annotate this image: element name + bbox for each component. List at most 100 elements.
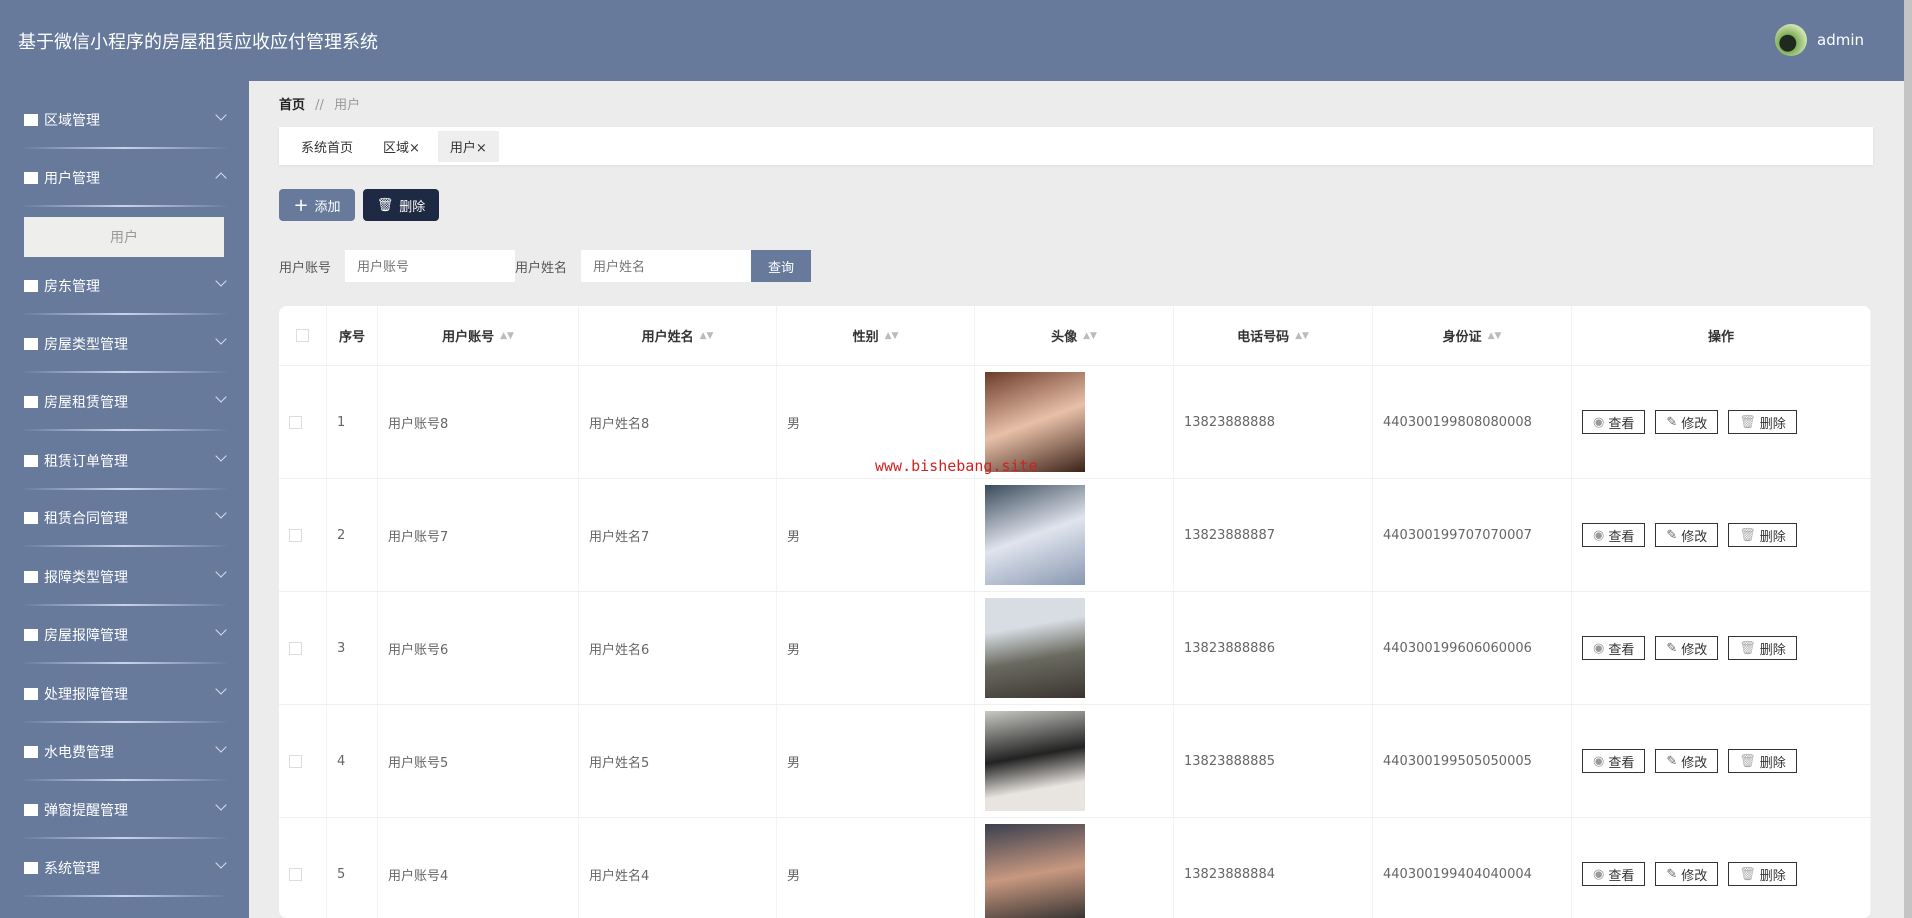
plus-icon: + bbox=[293, 194, 309, 216]
delete-label: 删除 bbox=[1759, 642, 1786, 658]
view-button[interactable]: ◉ 查看 bbox=[1582, 636, 1646, 660]
eye-icon: ◉ bbox=[1593, 640, 1605, 656]
sidebar-item-8[interactable]: 房屋报障管理 bbox=[0, 606, 249, 664]
column-header[interactable]: 电话号码 ▲▼ bbox=[1174, 306, 1373, 365]
table-row: 3 用户账号6 用户姓名6 男 13823888886 440300199606… bbox=[279, 592, 1871, 705]
user-menu[interactable]: admin bbox=[1775, 24, 1864, 56]
cell-gender: 男 bbox=[777, 479, 975, 591]
sort-icon[interactable]: ▲▼ bbox=[500, 331, 514, 341]
tab-home[interactable]: 系统首页 bbox=[289, 131, 365, 162]
sidebar-item-7[interactable]: 报障类型管理 bbox=[0, 548, 249, 606]
edit-label: 修改 bbox=[1681, 642, 1708, 658]
scrollbar[interactable] bbox=[1904, 0, 1912, 918]
edit-button[interactable]: ✎ 修改 bbox=[1655, 410, 1719, 434]
sidebar-item-12[interactable]: 系统管理 bbox=[0, 839, 249, 897]
name-input[interactable] bbox=[581, 250, 751, 282]
view-button[interactable]: ◉ 查看 bbox=[1582, 523, 1646, 547]
sidebar-item-11[interactable]: 弹窗提醒管理 bbox=[0, 781, 249, 839]
eye-icon: ◉ bbox=[1593, 753, 1605, 769]
column-label: 身份证 bbox=[1442, 330, 1482, 345]
sidebar-item-1[interactable]: 用户管理 bbox=[0, 149, 249, 207]
tab-user[interactable]: 用户× bbox=[437, 130, 499, 162]
view-button[interactable]: ◉ 查看 bbox=[1582, 410, 1646, 434]
sort-icon[interactable]: ▲▼ bbox=[1488, 331, 1502, 341]
select-all-checkbox[interactable] bbox=[296, 329, 309, 342]
sidebar-item-label: 弹窗提醒管理 bbox=[44, 803, 128, 819]
row-checkbox[interactable] bbox=[289, 641, 302, 655]
table-row: 2 用户账号7 用户姓名7 男 13823888887 440300199707… bbox=[279, 479, 1871, 592]
view-button[interactable]: ◉ 查看 bbox=[1582, 749, 1646, 773]
row-checkbox[interactable] bbox=[289, 867, 302, 881]
add-button[interactable]: + 添加 bbox=[279, 189, 355, 221]
sidebar-item-label: 租赁合同管理 bbox=[44, 511, 128, 527]
sort-icon[interactable]: ▲▼ bbox=[700, 331, 714, 341]
sidebar-item-6[interactable]: 租赁合同管理 bbox=[0, 489, 249, 547]
delete-label: 删除 bbox=[399, 199, 426, 215]
sidebar-item-9[interactable]: 处理报障管理 bbox=[0, 665, 249, 723]
row-delete-button[interactable]: 🗑 删除 bbox=[1728, 749, 1797, 773]
delete-label: 删除 bbox=[1759, 868, 1786, 884]
column-label: 性别 bbox=[852, 330, 879, 345]
flag-icon bbox=[24, 571, 38, 583]
column-header[interactable]: 头像 ▲▼ bbox=[975, 306, 1174, 365]
column-header[interactable]: 用户账号 ▲▼ bbox=[378, 306, 579, 365]
cell-name: 用户姓名5 bbox=[579, 705, 777, 817]
cell-no: 5 bbox=[327, 818, 378, 918]
sort-icon[interactable]: ▲▼ bbox=[1295, 331, 1309, 341]
cell-id-card: 440300199808080008 bbox=[1373, 366, 1572, 478]
cell-name: 用户姓名8 bbox=[579, 366, 777, 478]
breadcrumb-home[interactable]: 首页 bbox=[279, 98, 305, 113]
avatar-image[interactable] bbox=[985, 824, 1085, 918]
pencil-icon: ✎ bbox=[1666, 753, 1678, 769]
avatar-image[interactable] bbox=[985, 598, 1085, 698]
eye-icon: ◉ bbox=[1593, 527, 1605, 543]
row-delete-button[interactable]: 🗑 删除 bbox=[1728, 862, 1797, 886]
query-button[interactable]: 查询 bbox=[751, 250, 811, 282]
avatar-image[interactable] bbox=[985, 485, 1085, 585]
row-checkbox[interactable] bbox=[289, 754, 302, 768]
cell-actions: ◉ 查看 ✎ 修改 🗑 删除 bbox=[1572, 818, 1871, 918]
chevron-up-icon bbox=[215, 172, 227, 184]
tab-region[interactable]: 区域× bbox=[371, 131, 432, 162]
sidebar-item-3[interactable]: 房屋类型管理 bbox=[0, 315, 249, 373]
column-header[interactable]: 用户姓名 ▲▼ bbox=[579, 306, 777, 365]
row-checkbox[interactable] bbox=[289, 528, 302, 542]
delete-label: 删除 bbox=[1759, 529, 1786, 545]
cell-account: 用户账号7 bbox=[378, 479, 579, 591]
sidebar-item-0[interactable]: 区域管理 bbox=[0, 91, 249, 149]
sidebar-item-5[interactable]: 租赁订单管理 bbox=[0, 432, 249, 490]
row-delete-button[interactable]: 🗑 删除 bbox=[1728, 410, 1797, 434]
column-header[interactable]: 性别 ▲▼ bbox=[777, 306, 975, 365]
cell-avatar bbox=[975, 479, 1174, 591]
row-delete-button[interactable]: 🗑 删除 bbox=[1728, 523, 1797, 547]
eye-icon: ◉ bbox=[1593, 414, 1605, 430]
cell-avatar bbox=[975, 705, 1174, 817]
avatar-image[interactable] bbox=[985, 711, 1085, 811]
edit-button[interactable]: ✎ 修改 bbox=[1655, 749, 1719, 773]
account-input[interactable] bbox=[345, 250, 515, 282]
app-title: 基于微信小程序的房屋租赁应收应付管理系统 bbox=[18, 32, 378, 53]
edit-button[interactable]: ✎ 修改 bbox=[1655, 636, 1719, 660]
sort-icon[interactable]: ▲▼ bbox=[1083, 331, 1097, 341]
sidebar-subitem-user[interactable]: 用户 bbox=[24, 217, 224, 257]
column-header[interactable]: 身份证 ▲▼ bbox=[1373, 306, 1572, 365]
edit-button[interactable]: ✎ 修改 bbox=[1655, 862, 1719, 886]
row-checkbox[interactable] bbox=[289, 415, 302, 429]
column-label: 用户账号 bbox=[442, 330, 495, 345]
cell-no: 1 bbox=[327, 366, 378, 478]
edit-button[interactable]: ✎ 修改 bbox=[1655, 523, 1719, 547]
chevron-down-icon bbox=[215, 109, 227, 121]
view-button[interactable]: ◉ 查看 bbox=[1582, 862, 1646, 886]
trash-icon: 🗑 bbox=[1739, 866, 1756, 882]
sidebar-item-4[interactable]: 房屋租赁管理 bbox=[0, 373, 249, 431]
sort-icon[interactable]: ▲▼ bbox=[885, 331, 899, 341]
sidebar-item-2[interactable]: 房东管理 bbox=[0, 257, 249, 315]
delete-button[interactable]: 🗑 删除 bbox=[363, 189, 439, 221]
sidebar-item-10[interactable]: 水电费管理 bbox=[0, 723, 249, 781]
pencil-icon: ✎ bbox=[1666, 527, 1678, 543]
row-select-cell bbox=[279, 592, 327, 704]
sidebar-item-label: 水电费管理 bbox=[44, 745, 114, 761]
monitor-icon bbox=[24, 862, 38, 874]
cell-gender: 男 bbox=[777, 705, 975, 817]
row-delete-button[interactable]: 🗑 删除 bbox=[1728, 636, 1797, 660]
